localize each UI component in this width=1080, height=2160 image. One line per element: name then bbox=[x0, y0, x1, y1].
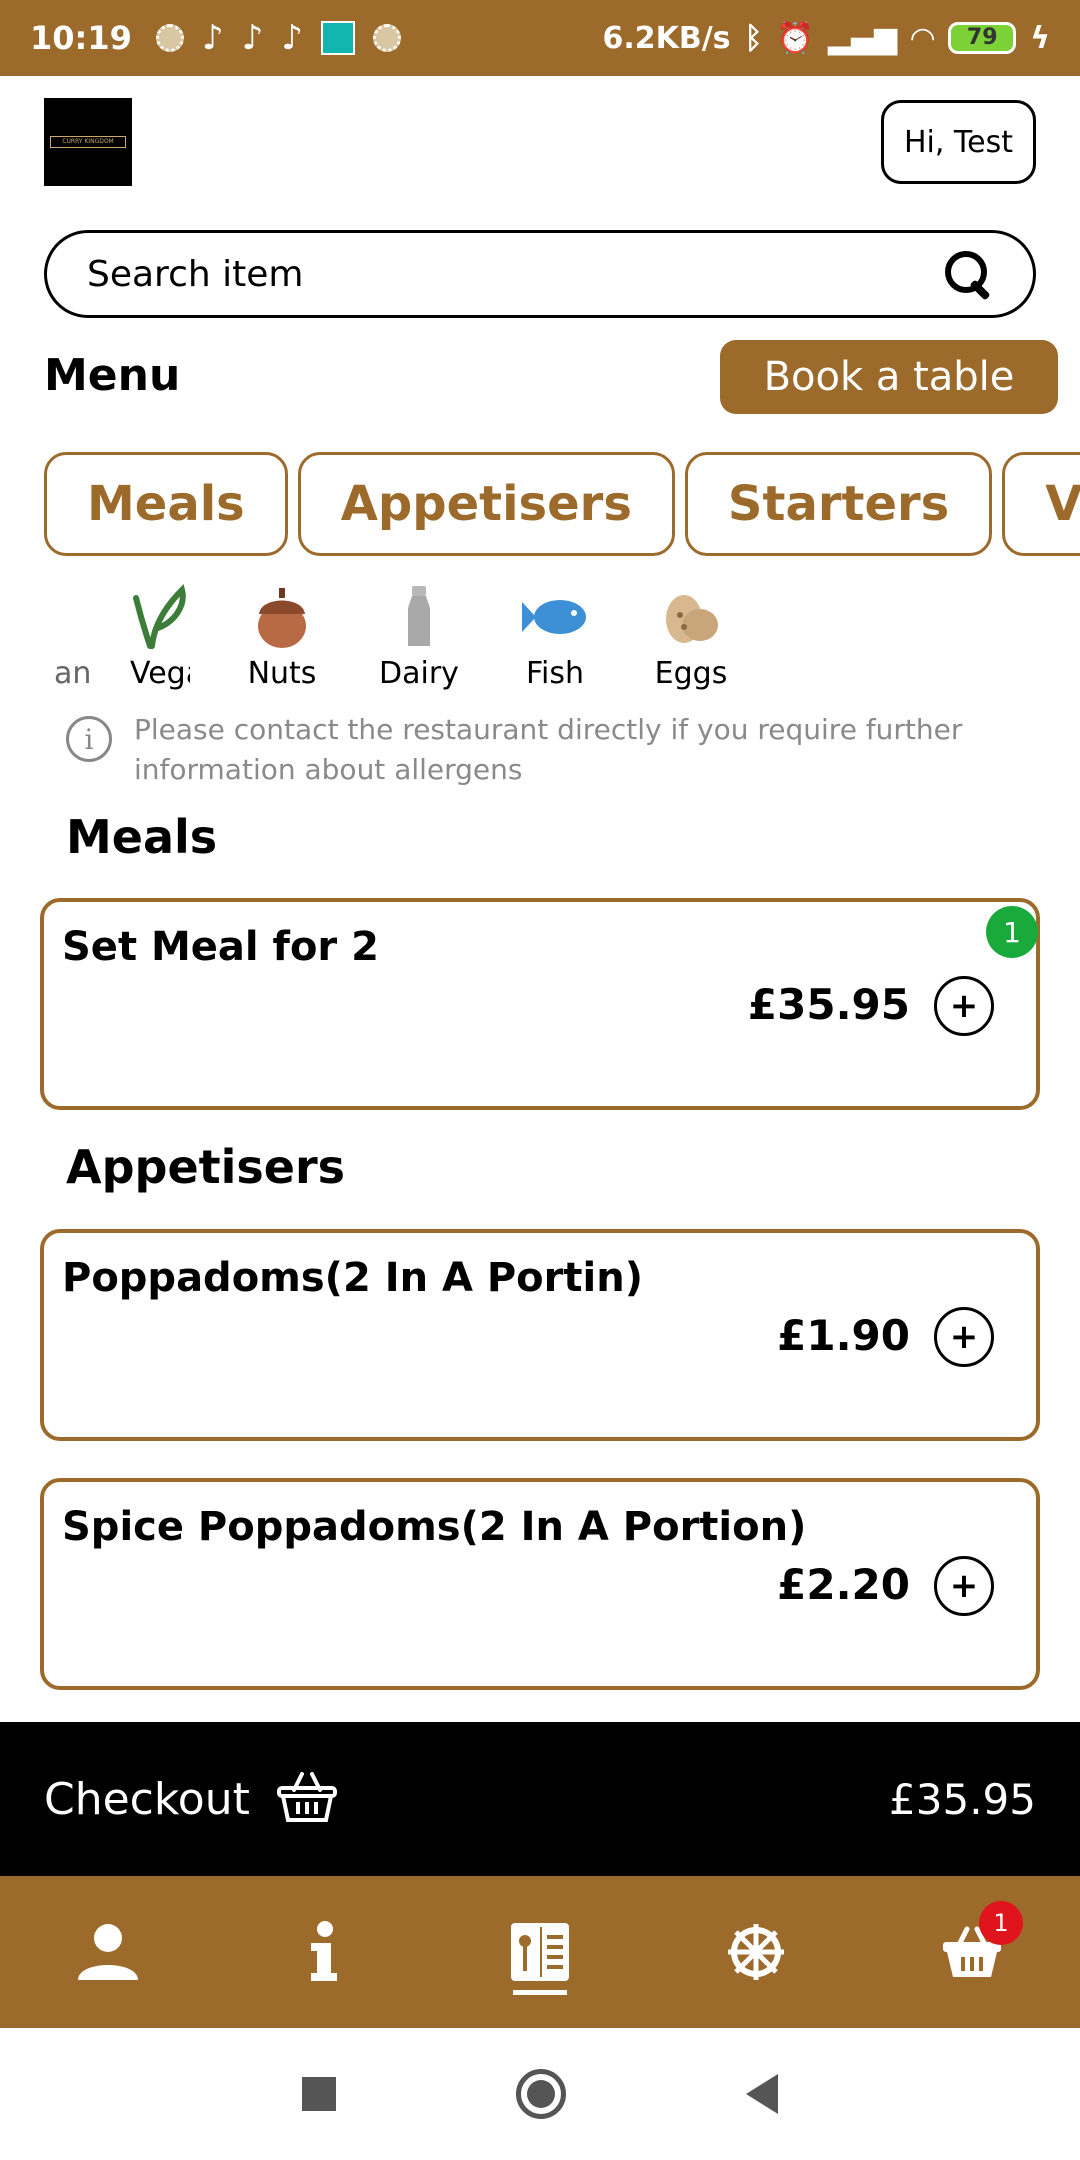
bottom-navigation[interactable]: 1 bbox=[0, 1876, 1080, 2028]
allergen-nuts: Nuts bbox=[232, 584, 332, 691]
bluetooth-icon: ᛒ bbox=[744, 20, 763, 56]
menu-item-card[interactable]: Set Meal for 2 1 £35.95 + bbox=[40, 898, 1040, 1110]
vegan-leaf-icon bbox=[130, 584, 190, 650]
allergen-label: Nuts bbox=[247, 656, 317, 691]
info-icon bbox=[311, 1921, 337, 1981]
restaurant-logo[interactable]: CURRY KINGDOM bbox=[44, 98, 132, 186]
home-icon[interactable] bbox=[516, 2069, 566, 2119]
item-price: £1.90 bbox=[777, 1311, 910, 1360]
add-item-button[interactable]: + bbox=[934, 1307, 994, 1367]
checkout-label[interactable]: Checkout bbox=[44, 1774, 250, 1825]
menu-item-card[interactable]: Poppadoms(2 In A Portin) £1.90 + bbox=[40, 1229, 1040, 1441]
network-speed: 6.2KB/s bbox=[602, 20, 731, 56]
allergen-legend[interactable]: an Vegan Nuts Dairy bbox=[54, 584, 1064, 694]
logo-text: CURRY KINGDOM bbox=[50, 136, 126, 148]
basket-icon bbox=[276, 1770, 338, 1828]
allergen-notice-text: Please contact the restaurant directly i… bbox=[134, 713, 963, 786]
allergen-dairy: Dairy bbox=[364, 584, 474, 691]
add-item-button[interactable]: + bbox=[934, 1556, 994, 1616]
nut-icon bbox=[232, 584, 332, 650]
category-tab-appetisers[interactable]: Appetisers bbox=[297, 452, 675, 556]
nav-settings[interactable] bbox=[701, 1897, 811, 2007]
book-table-button[interactable]: Book a table bbox=[720, 340, 1058, 414]
profile-icon bbox=[78, 1924, 138, 1980]
checkout-total: £35.95 bbox=[889, 1774, 1036, 1824]
nav-info[interactable] bbox=[269, 1897, 379, 2007]
allergen-notice: i Please contact the restaurant directly… bbox=[66, 710, 966, 790]
settings-wheel-icon bbox=[728, 1924, 784, 1980]
allergen-vegan: Vegan bbox=[130, 584, 190, 691]
charging-icon: ϟ bbox=[1030, 20, 1050, 56]
battery-icon: 79 bbox=[948, 22, 1017, 54]
app-notification-icon bbox=[320, 21, 355, 55]
add-item-button[interactable]: + bbox=[934, 976, 994, 1036]
music-note-icon: ♪ bbox=[201, 18, 224, 58]
item-name: Spice Poppadoms(2 In A Portion) bbox=[62, 1504, 807, 1550]
system-navigation[interactable] bbox=[0, 2028, 1080, 2160]
category-tab-starters[interactable]: Starters bbox=[684, 452, 993, 556]
cart-count-badge: 1 bbox=[979, 1901, 1023, 1945]
nav-basket[interactable]: 1 bbox=[917, 1897, 1027, 2007]
checkout-bar[interactable]: Checkout £35.95 bbox=[0, 1722, 1080, 1876]
status-right: 6.2KB/s ᛒ ⏰ ▂▄▆ ◠ 79 ϟ bbox=[602, 21, 1050, 56]
milk-bottle-icon bbox=[364, 584, 474, 650]
allergen-label: Eggs bbox=[654, 656, 728, 691]
allergen-label: Vegan bbox=[130, 656, 190, 691]
menu-item-card[interactable]: Spice Poppadoms(2 In A Portion) £2.20 + bbox=[40, 1478, 1040, 1690]
search-icon[interactable] bbox=[943, 249, 993, 299]
nav-profile[interactable] bbox=[53, 1897, 163, 2007]
signal-icon: ▂▄▆ bbox=[827, 20, 898, 56]
info-icon: i bbox=[66, 716, 112, 762]
menu-title: Menu bbox=[44, 350, 181, 401]
status-time: 10:19 bbox=[30, 19, 132, 57]
notification-app-icon bbox=[155, 24, 184, 52]
wifi-icon: ◠ bbox=[911, 20, 935, 56]
allergen-fish: Fish bbox=[500, 584, 610, 691]
search-input[interactable] bbox=[87, 253, 943, 295]
section-title-appetisers: Appetisers bbox=[66, 1140, 346, 1194]
allergen-eggs: Eggs bbox=[636, 584, 746, 691]
notification-icons: ♪ ♪ ♪ bbox=[155, 18, 401, 58]
allergen-label: an bbox=[54, 656, 92, 691]
quantity-badge: 1 bbox=[986, 906, 1038, 958]
allergen-label: Fish bbox=[525, 656, 585, 691]
egg-icon bbox=[636, 584, 746, 650]
user-greeting-button[interactable]: Hi, Test bbox=[880, 100, 1036, 184]
section-title-meals: Meals bbox=[66, 810, 218, 864]
fish-icon bbox=[500, 584, 610, 650]
item-price: £35.95 bbox=[747, 980, 910, 1029]
category-tab-vegetarian[interactable]: Vegetarian bbox=[1002, 452, 1080, 556]
music-note-icon: ♪ bbox=[281, 18, 303, 58]
back-icon[interactable] bbox=[746, 2074, 778, 2114]
category-tab-meals[interactable]: Meals bbox=[44, 452, 288, 556]
item-name: Poppadoms(2 In A Portin) bbox=[62, 1255, 643, 1301]
status-bar: 10:19 ♪ ♪ ♪ 6.2KB/s ᛒ ⏰ ▂▄▆ ◠ 79 ϟ bbox=[0, 0, 1080, 76]
allergen-partial: an bbox=[54, 584, 94, 691]
alarm-off-icon: ⏰ bbox=[776, 20, 814, 56]
recent-apps-icon[interactable] bbox=[302, 2077, 336, 2111]
search-bar[interactable] bbox=[44, 230, 1036, 318]
allergen-label: Dairy bbox=[379, 656, 459, 691]
item-name: Set Meal for 2 bbox=[62, 924, 379, 970]
item-price: £2.20 bbox=[777, 1560, 910, 1609]
menu-book-icon bbox=[511, 1923, 569, 1981]
category-tabs[interactable]: MealsAppetisersStartersVegetarian bbox=[44, 452, 1080, 556]
nav-menu[interactable] bbox=[485, 1897, 595, 2007]
music-note-icon: ♪ bbox=[241, 18, 264, 58]
notification-app-icon bbox=[372, 24, 401, 52]
